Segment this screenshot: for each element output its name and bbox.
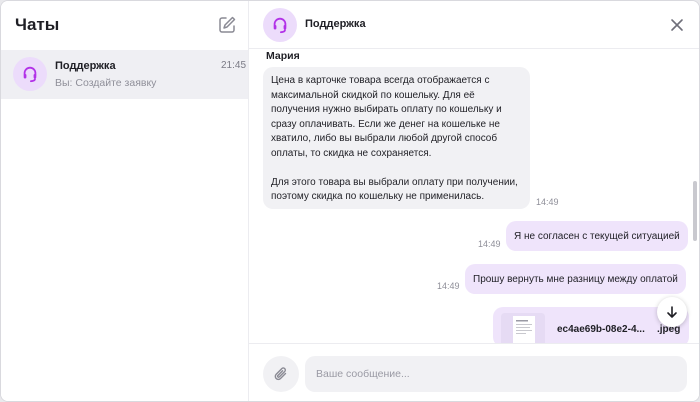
message-list[interactable]: Мария Цена в карточке товара всегда отоб… <box>249 49 699 343</box>
message-text: Я не согласен с текущей ситуацией <box>514 230 680 242</box>
scrollbar-thumb[interactable] <box>693 181 697 241</box>
paperclip-icon[interactable] <box>263 356 299 392</box>
chat-list-sidebar: Чаты Поддержка 21:45 Вы: Создайте заявку <box>1 1 249 401</box>
message-input[interactable] <box>305 356 687 392</box>
message-text: Прошу вернуть мне разницу между оплатой <box>473 273 678 285</box>
chat-list-item-support[interactable]: Поддержка 21:45 Вы: Создайте заявку <box>1 50 248 99</box>
message-line: сразу оплачивать. Если же денег на кошел… <box>271 118 500 130</box>
sidebar-header: Чаты <box>1 1 249 49</box>
conversation-title: Поддержка <box>305 18 366 30</box>
message-paragraph: Цена в карточке товара всегда отображает… <box>271 74 522 161</box>
close-icon[interactable] <box>669 17 685 33</box>
headset-icon <box>13 57 47 91</box>
edit-icon[interactable] <box>217 15 237 35</box>
file-name: ec4ae69b-08e2-4... <box>557 324 645 335</box>
chat-preview: Вы: Создайте заявку <box>55 77 157 89</box>
sidebar-title: Чаты <box>15 15 60 34</box>
conversation-panel: Поддержка Мария Цена в карточке товара в… <box>249 1 699 401</box>
outgoing-message: Прошу вернуть мне разницу между оплатой <box>465 264 686 294</box>
message-line: максимальной скидкой по кошельку. Для её <box>271 89 475 101</box>
scroll-to-bottom-button[interactable] <box>657 297 687 327</box>
chat-window: Чаты Поддержка 21:45 Вы: Создайте заявку <box>0 0 700 402</box>
chat-name: Поддержка <box>55 60 116 72</box>
headset-icon <box>263 8 297 42</box>
message-time: 14:49 <box>437 281 460 291</box>
message-line: поэтому скидка по кошельку не применилас… <box>271 191 485 202</box>
message-composer <box>249 343 699 401</box>
incoming-message: Цена в карточке товара всегда отображает… <box>263 67 530 209</box>
file-thumbnail <box>501 313 545 343</box>
message-time: 14:49 <box>478 239 501 249</box>
message-time: 14:49 <box>536 197 559 207</box>
message-line: получения нужно выбирать оплату по кошел… <box>271 104 502 115</box>
arrow-down-icon <box>667 306 677 318</box>
message-paragraph: Для этого товара вы выбрали оплату при п… <box>271 176 522 205</box>
message-line: оплаты, то скидка не сохраняется. <box>271 147 432 159</box>
chat-time: 21:45 <box>221 60 247 71</box>
conversation-header: Поддержка <box>249 1 699 49</box>
message-line: Цена в карточке товара всегда отображает… <box>271 75 490 86</box>
message-sender: Мария <box>266 50 300 62</box>
outgoing-message: Я не согласен с текущей ситуацией <box>506 221 688 251</box>
message-line: хватило, либо вы выбрали любой другой сп… <box>271 133 498 144</box>
message-line: Для этого товара вы выбрали оплату при п… <box>271 176 518 188</box>
